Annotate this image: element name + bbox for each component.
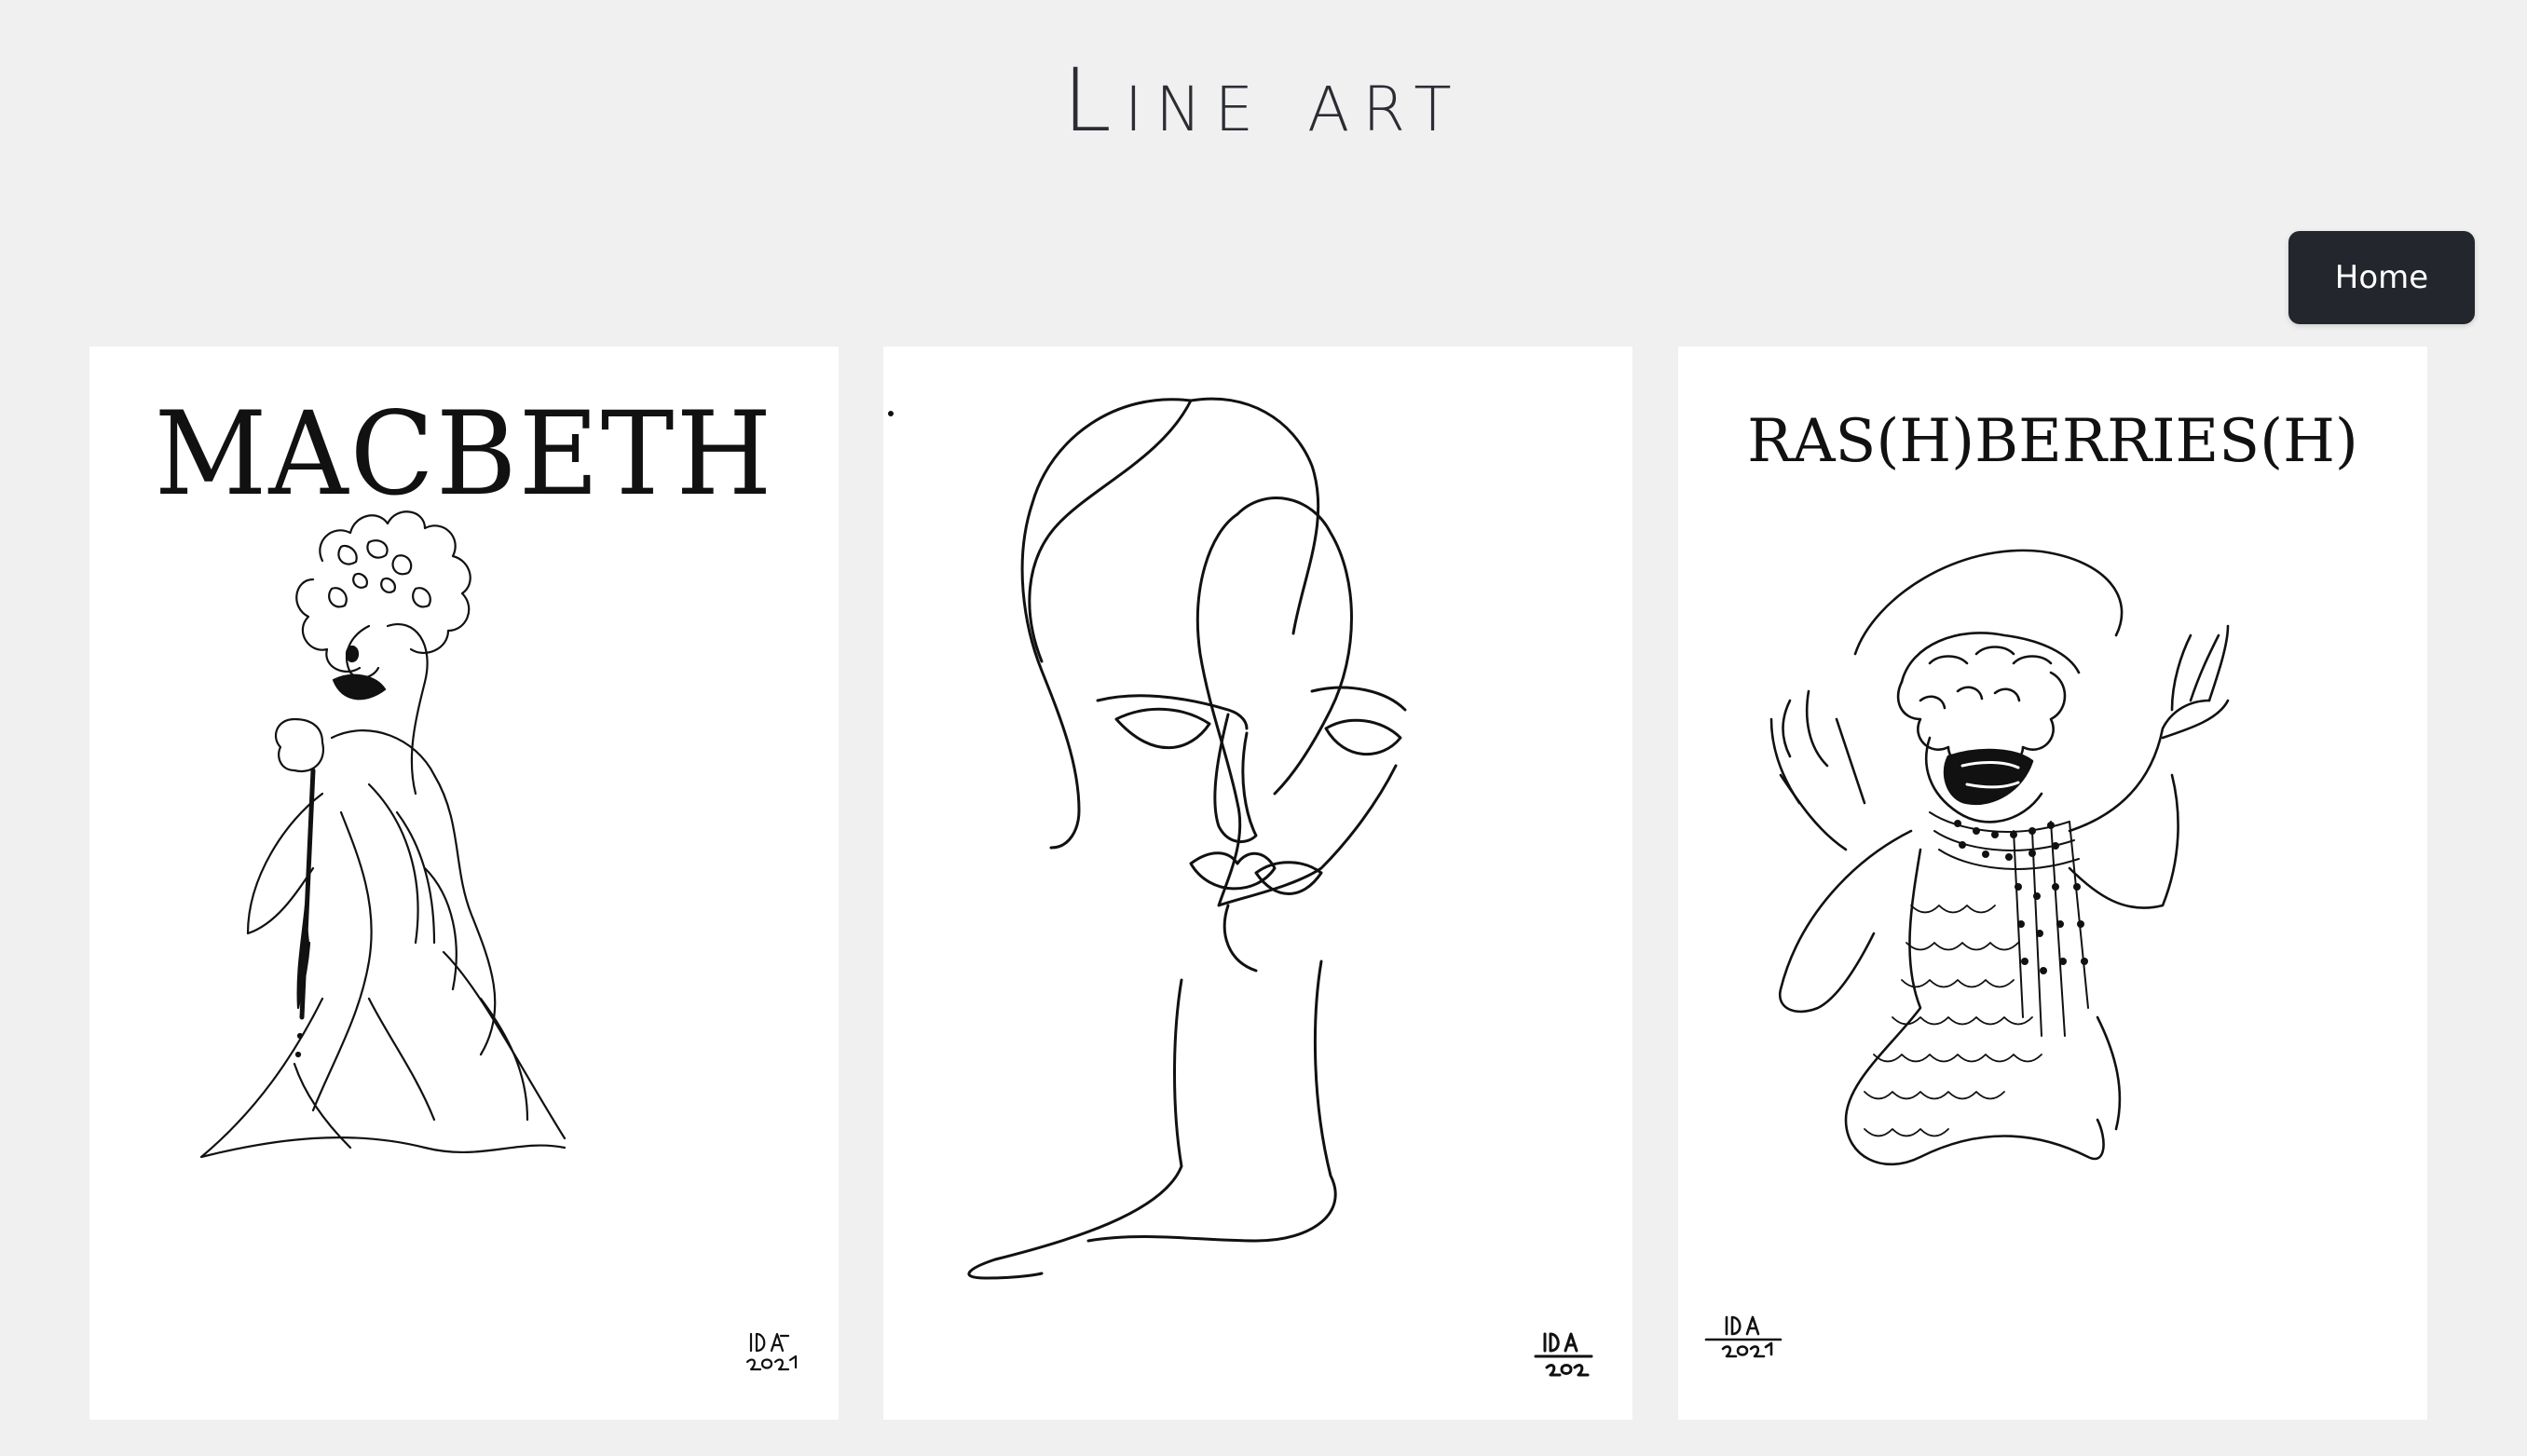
gallery-item-faces[interactable] — [883, 347, 1632, 1420]
page-title: Line art — [1062, 50, 1465, 152]
home-button[interactable]: Home — [2288, 231, 2475, 324]
rasberries-drawing — [1704, 549, 2230, 1358]
macbeth-drawing — [199, 510, 798, 1371]
gallery-item-macbeth[interactable]: MACBETH — [89, 347, 839, 1420]
faces-drawing — [888, 397, 1593, 1377]
gallery-item-rasberries[interactable]: RAS(H)BERRIES(H) — [1678, 347, 2427, 1420]
